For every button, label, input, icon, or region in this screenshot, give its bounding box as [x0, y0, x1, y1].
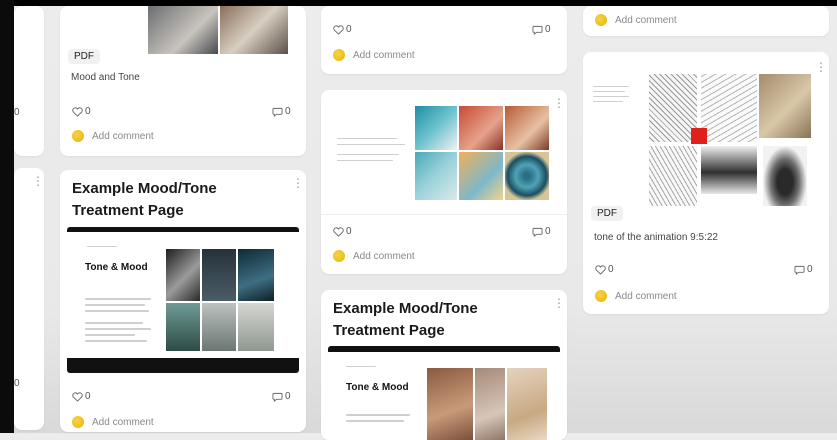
like-button[interactable]: 0: [595, 264, 614, 275]
comment-button[interactable]: 0: [794, 264, 813, 275]
heart-icon: [72, 106, 83, 117]
avatar: [333, 250, 345, 262]
pin-title-line-2: Treatment Page: [72, 202, 184, 219]
comment-bubble-icon: [272, 107, 283, 117]
pin-card-example-mood-tone[interactable]: Example Mood/Tone Treatment Page ⋮ Tone …: [60, 170, 306, 432]
pin-card-tone-of-the-animation[interactable]: ⋮ PDF tone of the animation 9:5:22 0 0 A…: [583, 52, 829, 314]
kebab-menu-icon[interactable]: ⋮: [553, 297, 565, 309]
preview-heading: Tone & Mood: [346, 382, 409, 393]
edge-card-top[interactable]: 0: [14, 6, 44, 156]
avatar: [333, 49, 345, 61]
like-count: 0: [85, 391, 91, 402]
pin-card-column3-top[interactable]: 0 0 Add comment: [321, 6, 567, 74]
pin-caption: Mood and Tone: [71, 72, 140, 83]
comment-count: 0: [807, 264, 813, 275]
avatar: [595, 290, 607, 302]
edge-card-bottom[interactable]: ⋮ 0: [14, 168, 44, 430]
add-comment-row[interactable]: Add comment: [595, 290, 677, 302]
pdf-badge: PDF: [68, 49, 100, 64]
add-comment-label: Add comment: [353, 250, 415, 262]
like-count: 0: [346, 24, 352, 35]
pin-card-mood-and-tone[interactable]: PDF Mood and Tone 0 0 Add comment: [60, 6, 306, 156]
pin-card-column4-top[interactable]: Add comment: [583, 6, 829, 36]
add-comment-row[interactable]: Add comment: [333, 49, 415, 61]
add-comment-row[interactable]: Add comment: [72, 416, 154, 428]
add-comment-label: Add comment: [92, 416, 154, 428]
comment-count: 0: [545, 226, 551, 237]
edge-comment-count: 0: [14, 378, 20, 389]
collage-thumbnail: [148, 6, 288, 54]
add-comment-row[interactable]: Add comment: [72, 130, 154, 142]
comment-bubble-icon: [532, 25, 543, 35]
comment-button[interactable]: 0: [532, 226, 551, 237]
like-count: 0: [346, 226, 352, 237]
comment-bubble-icon: [532, 227, 543, 237]
heart-icon: [333, 226, 344, 237]
add-comment-label: Add comment: [615, 290, 677, 302]
comment-button[interactable]: 0: [532, 24, 551, 35]
document-preview: Tone & Mood: [67, 227, 299, 373]
sketch-collage-thumbnail: [593, 72, 813, 208]
add-comment-row[interactable]: Add comment: [333, 250, 415, 262]
pdf-badge: PDF: [591, 206, 623, 221]
pin-card-example-mood-tone-2[interactable]: Example Mood/Tone Treatment Page ⋮ Tone …: [321, 290, 567, 440]
pin-title-line-1: Example Mood/Tone: [333, 300, 478, 317]
like-count: 0: [85, 106, 91, 117]
comment-bubble-icon: [794, 265, 805, 275]
avatar: [72, 416, 84, 428]
document-preview: Tone & Mood: [328, 346, 560, 440]
add-comment-label: Add comment: [615, 14, 677, 26]
like-count: 0: [608, 264, 614, 275]
like-button[interactable]: 0: [333, 24, 352, 35]
comment-button[interactable]: 0: [272, 391, 291, 402]
kebab-menu-icon[interactable]: ⋮: [815, 61, 827, 73]
comment-count: 0: [545, 24, 551, 35]
left-edge-bar: [0, 0, 14, 433]
kebab-menu-icon[interactable]: ⋮: [553, 97, 565, 109]
comment-bubble-icon: [272, 392, 283, 402]
red-square: [691, 128, 707, 144]
like-button[interactable]: 0: [333, 226, 352, 237]
edge-comment-count: 0: [14, 107, 20, 118]
avatar: [72, 130, 84, 142]
avatar: [595, 14, 607, 26]
pin-title-line-1: Example Mood/Tone: [72, 180, 217, 197]
heart-icon: [333, 24, 344, 35]
add-comment-label: Add comment: [92, 130, 154, 142]
add-comment-label: Add comment: [353, 49, 415, 61]
pin-card-photo-collage[interactable]: ⋮ 0 0 Add comment: [321, 90, 567, 274]
kebab-menu-icon[interactable]: ⋮: [292, 177, 304, 189]
pin-caption: tone of the animation 9:5:22: [594, 232, 718, 243]
preview-heading: Tone & Mood: [85, 262, 148, 273]
comment-button[interactable]: 0: [272, 106, 291, 117]
add-comment-row[interactable]: Add comment: [595, 14, 677, 26]
heart-icon: [595, 264, 606, 275]
kebab-menu-icon[interactable]: ⋮: [32, 175, 44, 187]
heart-icon: [72, 391, 83, 402]
pin-title-line-2: Treatment Page: [333, 322, 445, 339]
like-button[interactable]: 0: [72, 106, 91, 117]
comment-count: 0: [285, 391, 291, 402]
comment-count: 0: [285, 106, 291, 117]
like-button[interactable]: 0: [72, 391, 91, 402]
document-preview: [333, 104, 553, 204]
